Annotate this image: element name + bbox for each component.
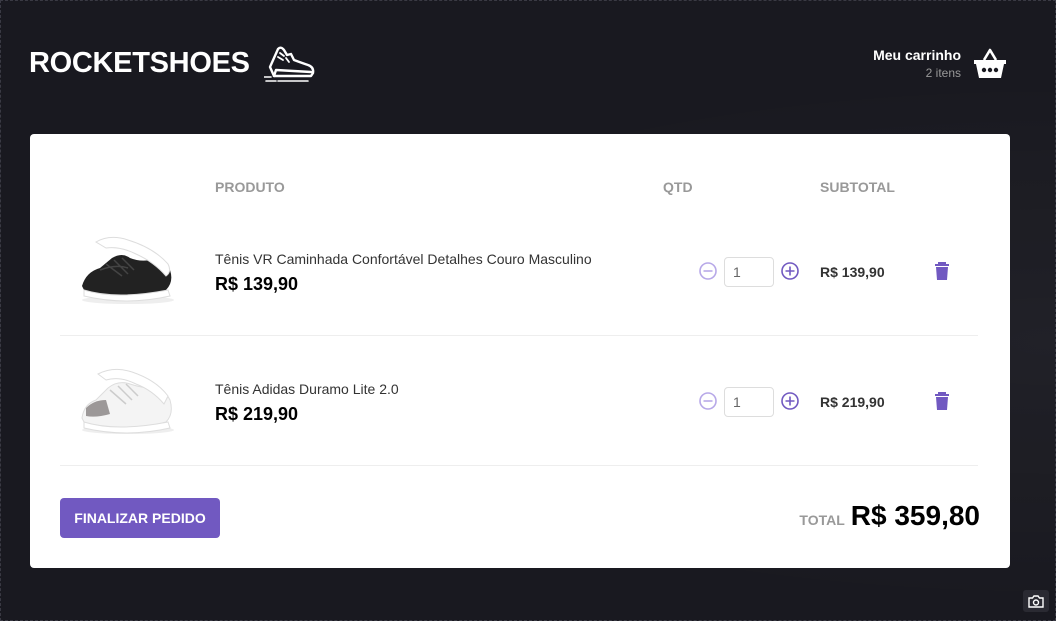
header-qty: QTD xyxy=(663,179,693,195)
sneaker-icon xyxy=(263,46,315,82)
total-value: R$ 359,80 xyxy=(850,500,980,531)
trash-icon[interactable] xyxy=(933,391,951,411)
product-price: R$ 139,90 xyxy=(215,274,299,294)
app-background: ROCKETSHOES Meu carrinho 2 itens PRODUTO… xyxy=(0,0,1056,621)
row-divider xyxy=(60,465,978,466)
decrement-icon[interactable] xyxy=(698,261,718,281)
camera-icon xyxy=(1028,594,1044,608)
cart-link[interactable]: Meu carrinho 2 itens xyxy=(873,47,1007,80)
header-product: PRODUTO xyxy=(215,179,285,195)
total-label: TOTAL xyxy=(799,512,845,528)
quantity-input[interactable] xyxy=(724,257,774,287)
product-image xyxy=(81,368,174,434)
product-name: Tênis Adidas Duramo Lite 2.0 xyxy=(215,381,399,397)
header-subtotal: SUBTOTAL xyxy=(820,179,895,195)
table-row: Tênis VR Caminhada Confortável Detalhes … xyxy=(60,206,978,336)
product-image xyxy=(82,236,174,304)
logo[interactable]: ROCKETSHOES xyxy=(29,43,316,83)
cart-total: TOTAL R$ 359,80 xyxy=(799,500,980,532)
increment-icon[interactable] xyxy=(780,391,800,411)
cart-count: 2 itens xyxy=(925,66,961,80)
row-subtotal: R$ 139,90 xyxy=(820,264,885,280)
quantity-input[interactable] xyxy=(724,387,774,417)
logo-text: ROCKETSHOES xyxy=(29,46,250,79)
cart-title: Meu carrinho xyxy=(873,47,961,63)
basket-icon xyxy=(974,48,1006,78)
table-row: Tênis Adidas Duramo Lite 2.0 R$ 219,90 R… xyxy=(60,336,978,466)
product-price: R$ 219,90 xyxy=(215,404,299,424)
increment-icon[interactable] xyxy=(780,261,800,281)
decrement-icon[interactable] xyxy=(698,391,718,411)
screenshot-button[interactable] xyxy=(1023,590,1049,612)
product-name: Tênis VR Caminhada Confortável Detalhes … xyxy=(215,251,592,267)
cart-container: PRODUTO QTD SUBTOTAL Tênis VR Caminhada … xyxy=(30,134,1010,568)
row-subtotal: R$ 219,90 xyxy=(820,394,885,410)
checkout-button[interactable]: FINALIZAR PEDIDO xyxy=(60,498,220,538)
trash-icon[interactable] xyxy=(933,261,951,281)
header: ROCKETSHOES Meu carrinho 2 itens xyxy=(29,41,1007,97)
cart-info: Meu carrinho 2 itens xyxy=(873,47,961,80)
